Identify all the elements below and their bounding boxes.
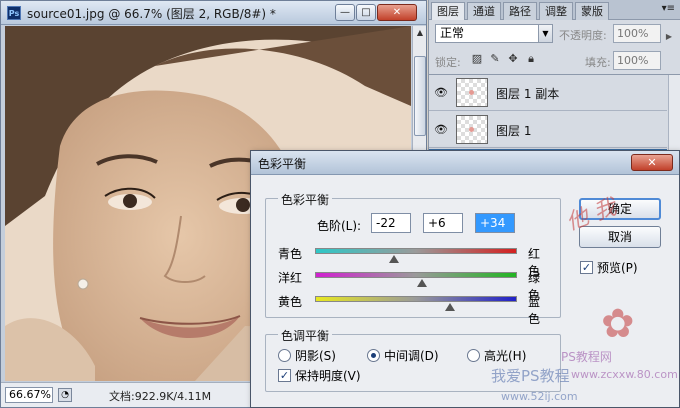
slider-magenta-green: 洋红 绿色 (251, 266, 551, 302)
preserve-luminosity-checkbox[interactable]: ✓ (278, 369, 291, 382)
slider-left-label: 黄色 (278, 295, 303, 309)
chevron-right-icon: ▶ (665, 32, 672, 41)
document-info: 文档:922.9K/4.11M (109, 390, 212, 403)
slider-thumb[interactable] (417, 279, 428, 287)
slider-yellow-blue: 黄色 蓝色 (251, 290, 551, 326)
slider-left-label: 青色 (278, 247, 303, 261)
slider-cyan-red: 青色 红色 (251, 242, 551, 278)
scroll-up-arrow-icon[interactable]: ▲ (414, 26, 426, 40)
level-input-magenta-green[interactable]: +6 (423, 213, 463, 233)
status-menu-icon[interactable]: ◔ (58, 388, 72, 402)
slider-thumb[interactable] (388, 255, 399, 263)
watermark-big: 我爱PS教程 (491, 367, 570, 385)
scroll-thumb[interactable] (414, 56, 426, 136)
photoshop-window: Ps source01.jpg @ 66.7% (图层 2, RGB/8#) *… (0, 0, 680, 408)
tab-paths[interactable]: 路径 (503, 2, 537, 20)
panel-menu-icon[interactable]: ▾≡ (662, 3, 675, 14)
slider-track[interactable] (315, 296, 517, 302)
radio-midtones[interactable] (367, 349, 380, 362)
lock-label: 锁定: (435, 56, 461, 69)
layer-thumbnail (456, 115, 488, 144)
eye-icon[interactable]: 👁︎ (433, 124, 449, 136)
lock-paint-icon[interactable]: ✎ (489, 53, 501, 65)
slider-track[interactable] (315, 248, 517, 254)
layer-row[interactable]: 👁︎ 图层 1 (429, 112, 667, 148)
level-input-yellow-blue[interactable]: +34 (475, 213, 515, 233)
layer-name: 图层 1 副本 (496, 87, 560, 101)
preview-label: 预览(P) (597, 261, 638, 275)
dialog-titlebar[interactable]: 色彩平衡 ✕ (251, 151, 679, 175)
fill-label: 填充: (585, 56, 611, 69)
color-balance-dialog: 色彩平衡 ✕ 色彩平衡 色阶(L): -22 +6 +34 青色 红色 洋红 绿… (250, 150, 680, 408)
radio-highlights[interactable] (467, 349, 480, 362)
watermark-url: www.52ij.com (501, 390, 578, 403)
photoshop-icon: Ps (7, 6, 21, 20)
fill-field[interactable]: 100% (613, 51, 661, 70)
opacity-label: 不透明度: (559, 29, 607, 42)
maximize-button[interactable]: □ (356, 4, 376, 21)
level-input-cyan-red[interactable]: -22 (371, 213, 411, 233)
tab-layers[interactable]: 图层 (431, 2, 465, 20)
color-balance-group-title: 色彩平衡 (278, 191, 333, 208)
blend-mode-select[interactable]: 正常 ▼ (435, 24, 553, 43)
lock-transparency-icon[interactable]: ▨ (471, 53, 483, 65)
dialog-close-button[interactable]: ✕ (631, 154, 673, 171)
preview-checkbox[interactable]: ✓ (580, 261, 593, 274)
lock-position-icon[interactable]: ✥ (507, 53, 519, 65)
tab-channels[interactable]: 通道 (467, 2, 501, 20)
slider-track[interactable] (315, 272, 517, 278)
close-button[interactable]: ✕ (377, 4, 417, 21)
zoom-field[interactable]: 66.67% (5, 387, 53, 403)
lock-all-icon[interactable]: 🔒︎ (525, 53, 537, 65)
tab-masks[interactable]: 蒙版 (575, 2, 609, 20)
watermark-url2: www.zcxxw.80.com (571, 368, 678, 381)
preserve-luminosity-label: 保持明度(V) (295, 369, 361, 383)
watermark-site: PS教程网 (561, 350, 612, 364)
opacity-field[interactable]: 100% ▶ (613, 24, 672, 43)
opacity-value: 100% (617, 27, 649, 40)
tone-balance-group-title: 色调平衡 (278, 327, 333, 344)
radio-highlights-label: 高光(H) (484, 349, 527, 363)
blend-mode-value: 正常 (440, 26, 465, 40)
minimize-button[interactable]: — (335, 4, 355, 21)
panel-tabs: 图层 通道 路径 调整 蒙版 ▾≡ (429, 0, 680, 20)
slider-thumb[interactable] (445, 303, 456, 311)
document-titlebar[interactable]: Ps source01.jpg @ 66.7% (图层 2, RGB/8#) *… (1, 1, 426, 25)
chevron-down-icon: ▼ (538, 25, 552, 42)
levels-label: 色阶(L): (317, 219, 362, 233)
tab-adjustments[interactable]: 调整 (539, 2, 573, 20)
layer-thumbnail (456, 78, 488, 107)
layer-name: 图层 1 (496, 124, 532, 138)
eye-icon[interactable]: 👁︎ (433, 87, 449, 99)
radio-shadows[interactable] (278, 349, 291, 362)
radio-midtones-label: 中间调(D) (384, 349, 439, 363)
document-title: source01.jpg @ 66.7% (图层 2, RGB/8#) * (27, 7, 276, 21)
slider-left-label: 洋红 (278, 271, 303, 285)
layer-row[interactable]: 👁︎ 图层 1 副本 (429, 75, 667, 111)
radio-shadows-label: 阴影(S) (295, 349, 336, 363)
fill-value: 100% (617, 54, 649, 67)
dialog-title: 色彩平衡 (258, 157, 307, 171)
watermark-seal: ✿ (601, 301, 635, 347)
slider-right-label: 蓝色 (528, 295, 541, 326)
